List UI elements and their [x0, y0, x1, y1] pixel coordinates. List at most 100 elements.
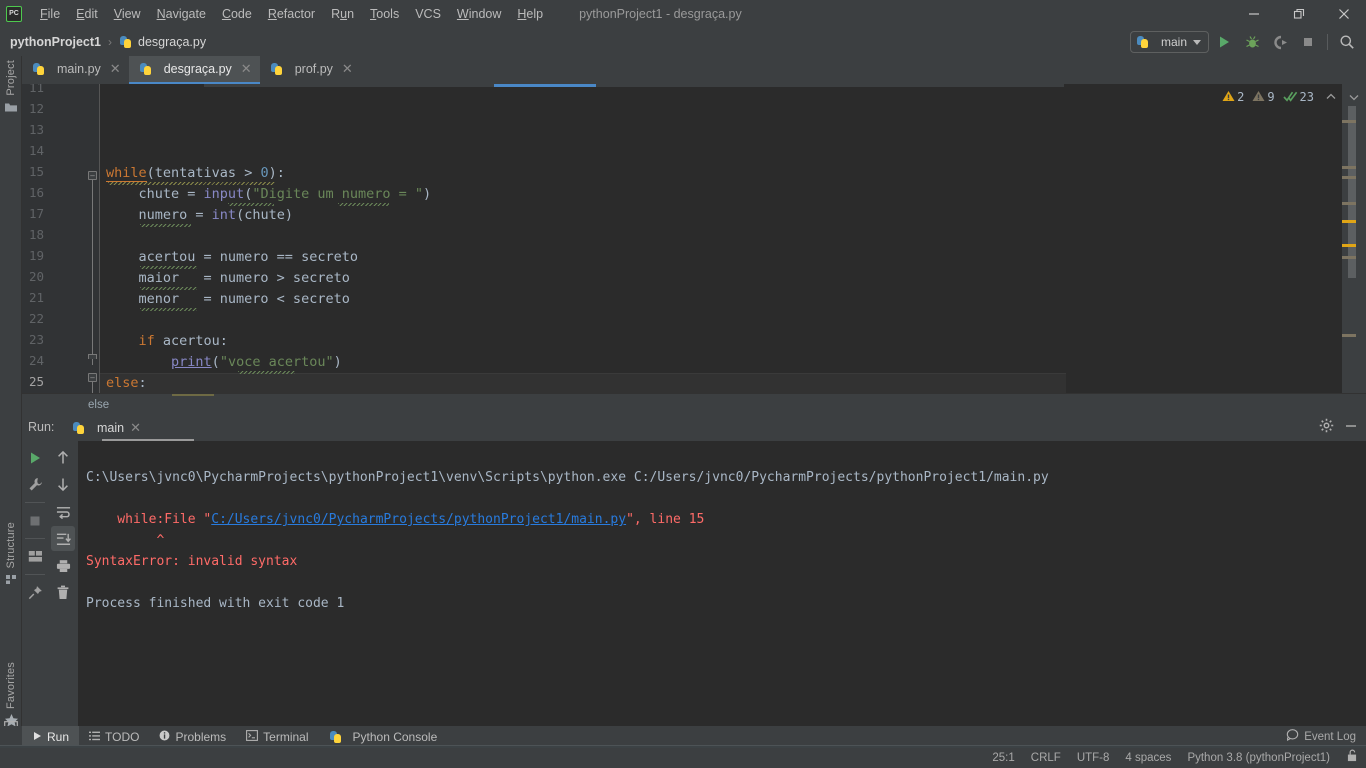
error-stripe-marks[interactable]	[1342, 106, 1366, 393]
run-tab-main[interactable]: main ✕	[66, 417, 147, 439]
menu-tools[interactable]: Tools	[362, 3, 407, 25]
line-number: 17	[28, 206, 44, 221]
editor-tab-prof[interactable]: prof.py ✕	[260, 56, 361, 84]
traceback-file-link[interactable]: C:/Users/jvnc0/PycharmProjects/pythonPro…	[211, 512, 626, 527]
previous-problem-button[interactable]	[1325, 91, 1337, 103]
warning-count-chip[interactable]: 2	[1222, 90, 1244, 105]
checks-count-chip[interactable]: 23	[1282, 90, 1314, 105]
soft-wrap-button[interactable]	[51, 499, 75, 524]
caret-position[interactable]: 25:1	[992, 752, 1014, 764]
code-fold-collapse-icon-2[interactable]: –	[88, 373, 97, 382]
sidebar-item-label: Favorites	[5, 662, 17, 710]
current-line-highlight	[100, 373, 1066, 393]
line-separator[interactable]: CRLF	[1031, 752, 1061, 764]
editor-breadcrumb[interactable]: else	[22, 393, 1366, 415]
python-file-icon	[72, 421, 86, 435]
debug-button[interactable]	[1239, 30, 1265, 54]
unlocked-padlock-icon[interactable]	[1346, 749, 1358, 767]
breadcrumb-project[interactable]: pythonProject1	[10, 35, 101, 49]
line-number: 24	[28, 353, 44, 368]
line-number: 12	[28, 101, 44, 116]
search-everywhere-button[interactable]	[1334, 30, 1360, 54]
structure-icon	[5, 572, 18, 590]
run-button[interactable]	[1211, 30, 1237, 54]
console-traceback-file-line: File "C:/Users/jvnc0/PycharmProjects/pyt…	[86, 488, 704, 551]
stripe-mark	[1342, 176, 1356, 179]
code-line-23: if acertou:	[138, 333, 228, 349]
code-line-15: while(tentativas > 0):	[106, 165, 285, 182]
stop-button[interactable]	[23, 508, 47, 533]
menu-refactor[interactable]: Refactor	[260, 3, 323, 25]
code-editor[interactable]: 11 12 13 14 15 16 17 18 19 20 21 22 23 2…	[22, 84, 1366, 393]
restore-icon[interactable]	[1276, 0, 1321, 28]
sidebar-item-structure[interactable]: Structure	[0, 522, 22, 590]
menu-help[interactable]: Help	[509, 3, 551, 25]
line-number: 11	[28, 84, 44, 95]
line-number: 13	[28, 122, 44, 137]
scroll-to-end-button[interactable]	[51, 526, 75, 551]
problems-icon	[159, 730, 170, 744]
line-number: 22	[28, 311, 44, 326]
run-console[interactable]: C:\Users\jvnc0\PycharmProjects\pythonPro…	[78, 441, 1366, 726]
editor-tab-desgraca[interactable]: desgraça.py ✕	[128, 56, 260, 84]
menu-navigate[interactable]: Navigate	[149, 3, 214, 25]
editor-tab-main[interactable]: main.py ✕	[22, 56, 129, 84]
close-icon[interactable]: ✕	[342, 61, 353, 77]
code-text-area[interactable]: – – while(tentativas > 0): chute = input…	[88, 84, 1366, 393]
run-configuration-selector[interactable]: main	[1129, 31, 1209, 53]
gear-icon[interactable]	[1319, 418, 1334, 438]
layout-button[interactable]	[23, 544, 47, 569]
code-fold-end-icon[interactable]	[88, 354, 97, 359]
traceback-suffix: ", line 15	[626, 512, 705, 527]
stripe-mark	[1342, 166, 1356, 169]
next-problem-button[interactable]	[1348, 91, 1360, 103]
console-exit-message: Process finished with exit code 1	[86, 596, 345, 611]
file-encoding[interactable]: UTF-8	[1077, 752, 1110, 764]
stop-button[interactable]	[1295, 30, 1321, 54]
print-button[interactable]	[51, 553, 75, 578]
code-line-25: else:	[106, 375, 147, 391]
menu-window[interactable]: Window	[449, 3, 509, 25]
down-stacktrace-button[interactable]	[51, 472, 75, 497]
toolbar-divider	[25, 538, 45, 539]
menu-file[interactable]: FFileile	[32, 3, 68, 25]
weak-warning-count-chip[interactable]: 9	[1252, 90, 1275, 105]
navigation-bar: pythonProject1 › desgraça.py main	[0, 28, 1366, 56]
indent-setting[interactable]: 4 spaces	[1125, 752, 1171, 764]
left-tool-rail: Project Structure Favorites	[0, 56, 22, 733]
minimize-icon[interactable]	[1231, 0, 1276, 28]
breadcrumb-file[interactable]: desgraça.py	[138, 35, 206, 49]
inspection-widget[interactable]: 2 9 23	[1217, 88, 1360, 106]
editor-gutter[interactable]: 11 12 13 14 15 16 17 18 19 20 21 22 23 2…	[22, 84, 100, 393]
code-fold-collapse-icon[interactable]: –	[88, 171, 97, 180]
title-bar: PC FFileile Edit View Navigate Code Refa…	[0, 0, 1366, 28]
sidebar-item-label: Structure	[5, 522, 17, 569]
clear-all-button[interactable]	[51, 580, 75, 605]
menu-run[interactable]: Run	[323, 3, 362, 25]
python-interpreter[interactable]: Python 3.8 (pythonProject1)	[1187, 752, 1330, 764]
run-window-header-actions	[1319, 418, 1358, 438]
run-with-coverage-button[interactable]	[1267, 30, 1293, 54]
menu-vcs[interactable]: VCS	[407, 3, 449, 25]
edit-configurations-button[interactable]	[23, 472, 47, 497]
stripe-mark	[1342, 202, 1356, 205]
menu-edit[interactable]: Edit	[68, 3, 106, 25]
pin-tab-button[interactable]	[23, 580, 47, 605]
todo-list-icon	[89, 730, 101, 744]
run-configuration-label: main	[1160, 35, 1187, 49]
menu-view[interactable]: View	[106, 3, 149, 25]
minimize-icon[interactable]	[1344, 419, 1358, 438]
rerun-button[interactable]	[23, 445, 47, 470]
up-stacktrace-button[interactable]	[51, 445, 75, 470]
close-icon[interactable]: ✕	[241, 61, 252, 77]
sidebar-item-project[interactable]: Project	[0, 60, 22, 118]
code-line-20: maior = numero > secreto	[106, 270, 350, 286]
menu-code[interactable]: Code	[214, 3, 260, 25]
stripe-mark-warning	[1342, 220, 1356, 223]
close-icon[interactable]: ✕	[130, 420, 141, 436]
stripe-mark	[1342, 334, 1356, 337]
line-number: 23	[28, 332, 44, 347]
close-icon[interactable]: ✕	[110, 61, 121, 77]
close-icon[interactable]	[1321, 0, 1366, 28]
spellcheck-underline-numero-17	[140, 224, 191, 227]
